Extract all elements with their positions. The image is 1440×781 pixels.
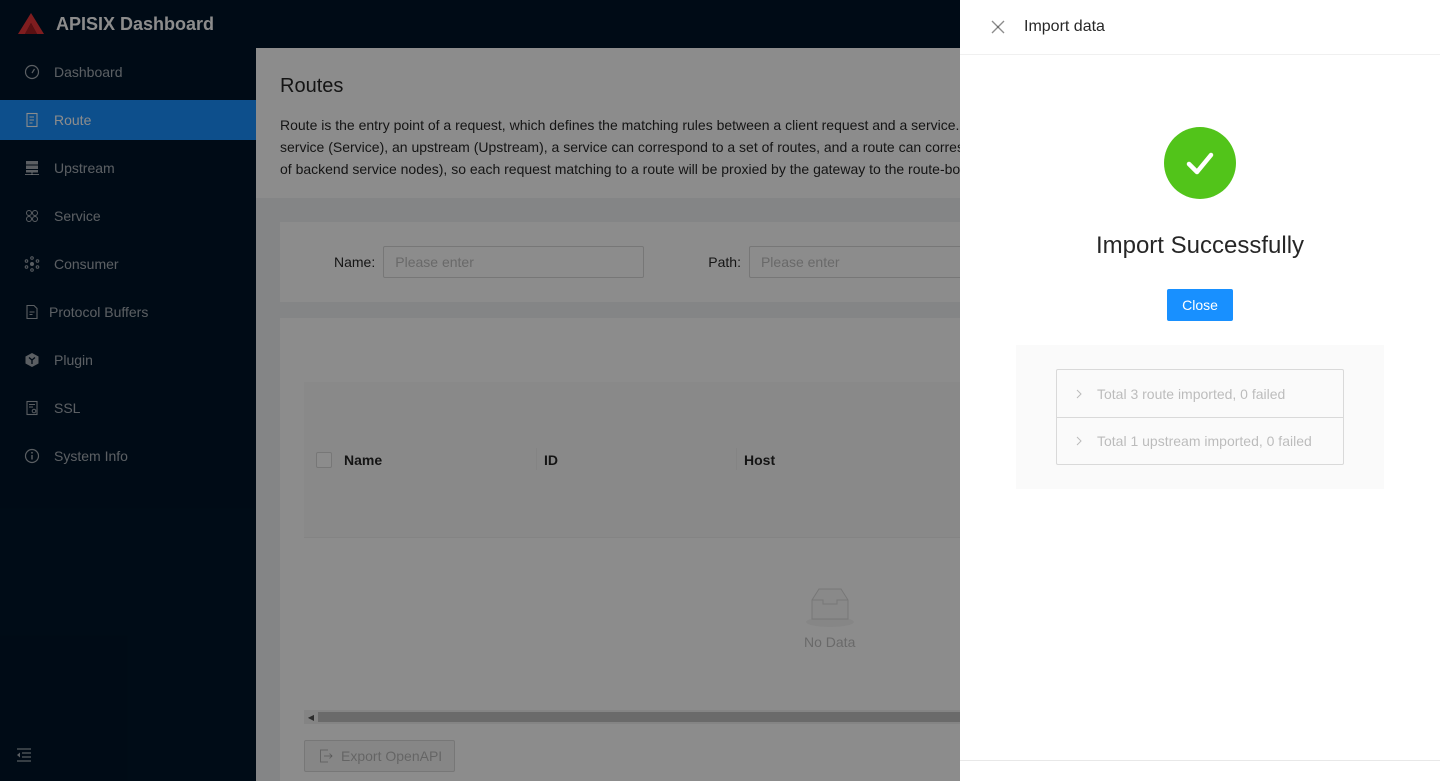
route-import-panel[interactable]: Total 3 route imported, 0 failed <box>1057 370 1343 417</box>
panel-label: Total 3 route imported, 0 failed <box>1097 385 1286 402</box>
drawer-footer-divider <box>960 760 1440 761</box>
upstream-import-panel[interactable]: Total 1 upstream imported, 0 failed <box>1057 417 1343 464</box>
details-collapse: Total 3 route imported, 0 failed Total 1… <box>1056 369 1344 465</box>
chevron-right-icon <box>1076 389 1082 398</box>
import-details: Total 3 route imported, 0 failed Total 1… <box>1016 345 1384 489</box>
import-result: Import Successfully Close Total 3 route … <box>960 55 1440 489</box>
result-title: Import Successfully <box>1095 232 1305 259</box>
panel-label: Total 1 upstream imported, 0 failed <box>1097 433 1312 449</box>
drawer-title: Import data <box>1024 18 1105 35</box>
import-drawer: Import data Import Successfully Close To… <box>960 0 1440 781</box>
close-icon[interactable] <box>990 19 1006 35</box>
drawer-header: Import data <box>960 0 1440 55</box>
success-icon <box>1164 127 1236 199</box>
close-button[interactable]: Close <box>1167 289 1233 321</box>
chevron-right-icon <box>1076 436 1082 446</box>
